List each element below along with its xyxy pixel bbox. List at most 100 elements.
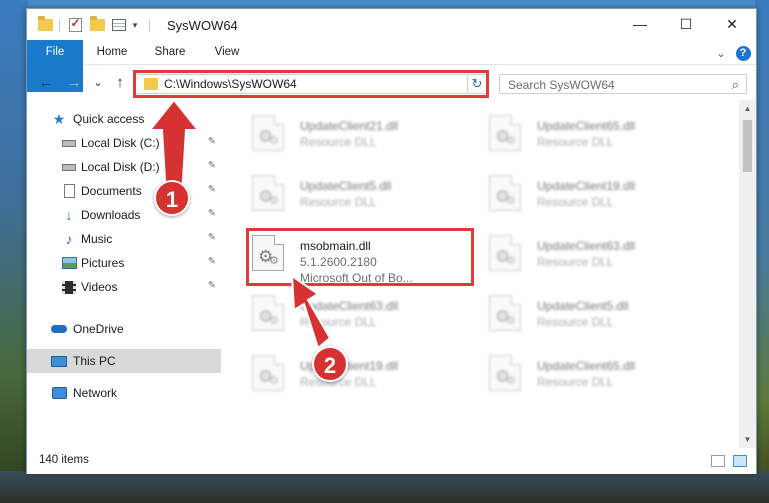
new-folder-icon[interactable] xyxy=(89,16,105,33)
folder-icon xyxy=(37,16,53,33)
sidebar-item-this-pc[interactable]: This PC xyxy=(27,349,221,373)
sidebar-item-local-disk-c[interactable]: Local Disk (C:) ✏ xyxy=(27,131,221,155)
file-name: UpdateClient5.dll xyxy=(537,299,629,313)
close-button[interactable]: ✕ xyxy=(709,9,755,39)
file-item[interactable]: ⚙ ⚙ UpdateClient19.dll Resource DLL xyxy=(246,346,466,398)
tab-home[interactable]: Home xyxy=(89,40,135,65)
dll-file-icon: ⚙ ⚙ xyxy=(252,355,284,391)
sidebar-item-label: Quick access xyxy=(73,112,145,126)
file-description: Resource DLL xyxy=(300,315,377,329)
sidebar-item-music[interactable]: ♪ Music ✏ xyxy=(27,227,221,251)
dll-file-icon: ⚙ ⚙ xyxy=(252,175,284,211)
file-item[interactable]: ⚙ ⚙ UpdateClient63.dll Resource DLL xyxy=(246,286,466,338)
large-icons-view-icon[interactable] xyxy=(733,455,747,467)
step-2-badge: 2 xyxy=(312,346,348,382)
details-view-icon[interactable] xyxy=(711,455,725,467)
sidebar-item-label: Documents xyxy=(81,184,142,198)
file-description: Resource DLL xyxy=(537,315,614,329)
title-bar: ▾ SysWOW64 — ☐ ✕ xyxy=(27,9,756,41)
sidebar-item-local-disk-d[interactable]: Local Disk (D:) ✏ xyxy=(27,155,221,179)
back-button[interactable]: ← xyxy=(37,74,55,92)
pin-icon[interactable]: ✏ xyxy=(204,279,218,293)
recent-locations-button[interactable]: ⌄ xyxy=(89,74,107,92)
file-item[interactable]: ⚙ ⚙ UpdateClient65.dll Resource DLL xyxy=(483,106,703,158)
sidebar-item-label: Local Disk (C:) xyxy=(81,136,160,150)
computer-icon xyxy=(51,354,67,368)
search-input[interactable]: Search SysWOW64 ⌕ xyxy=(499,74,747,94)
toolbar-divider xyxy=(59,19,60,32)
item-count: 140 items xyxy=(39,454,89,466)
cloud-icon xyxy=(51,322,67,336)
dll-file-icon: ⚙ ⚙ xyxy=(489,235,521,271)
vertical-scrollbar[interactable]: ▲ ▼ xyxy=(739,100,756,448)
pin-icon[interactable]: ✏ xyxy=(204,183,218,197)
sidebar-item-pictures[interactable]: Pictures ✏ xyxy=(27,251,221,275)
pin-icon[interactable]: ✏ xyxy=(204,231,218,245)
navigation-bar: ← → ⌄ ↑ C:\Windows\SysWOW64 ▾ ↻ Search S… xyxy=(27,66,756,100)
customize-toolbar-icon[interactable] xyxy=(111,17,127,33)
pin-icon[interactable]: ✏ xyxy=(204,159,218,173)
sidebar-item-downloads[interactable]: ↓ Downloads ✏ xyxy=(27,203,221,227)
file-name: UpdateClient5.dll xyxy=(300,179,392,193)
toolbar-divider xyxy=(149,19,150,32)
sidebar-item-documents[interactable]: Documents ✏ xyxy=(27,179,221,203)
refresh-button[interactable]: ↻ xyxy=(467,74,487,94)
help-button[interactable]: ? xyxy=(735,45,751,61)
pictures-icon xyxy=(61,256,77,270)
file-name: msobmain.dll xyxy=(300,239,371,253)
up-button[interactable]: ↑ xyxy=(111,74,129,92)
sidebar-item-network[interactable]: Network xyxy=(27,381,221,405)
help-icon: ? xyxy=(735,45,751,61)
file-item[interactable]: ⚙ ⚙ UpdateClient21.dll Resource DLL xyxy=(246,106,466,158)
file-version: 5.1.2600.2180 xyxy=(300,255,377,269)
file-description: Resource DLL xyxy=(537,255,614,269)
tab-share[interactable]: Share xyxy=(145,40,195,65)
forward-button[interactable]: → xyxy=(65,74,83,92)
scroll-down-icon[interactable]: ▼ xyxy=(739,431,756,448)
dll-file-icon: ⚙ ⚙ xyxy=(489,355,521,391)
pin-icon[interactable]: ✏ xyxy=(204,207,218,221)
status-bar: 140 items xyxy=(27,448,756,474)
videos-icon xyxy=(61,280,77,294)
sidebar-item-onedrive[interactable]: OneDrive xyxy=(27,317,221,341)
sidebar-item-label: Network xyxy=(73,386,118,400)
explorer-window: ▾ SysWOW64 — ☐ ✕ File Home Share View ⌄ … xyxy=(26,8,757,474)
pin-icon[interactable]: ✏ xyxy=(204,255,218,269)
file-item-msobmain[interactable]: ⚙ ⚙ msobmain.dll 5.1.2600.2180 Microsoft … xyxy=(246,226,466,285)
toolbar-dropdown-icon[interactable]: ▾ xyxy=(127,17,143,33)
desktop-background-bottom xyxy=(0,471,769,503)
file-description: Resource DLL xyxy=(537,135,614,149)
desktop-background-right xyxy=(755,0,769,503)
file-item[interactable]: ⚙ ⚙ UpdateClient19.dll Resource DLL xyxy=(483,166,703,218)
properties-check-icon[interactable] xyxy=(67,16,83,33)
file-list: ⚙ ⚙ UpdateClient21.dll Resource DLL ⚙ ⚙ Up… xyxy=(221,100,741,448)
sidebar-item-videos[interactable]: Videos ✏ xyxy=(27,275,221,299)
dll-file-icon: ⚙ ⚙ xyxy=(252,295,284,331)
file-name: UpdateClient65.dll xyxy=(537,119,636,133)
file-description: Resource DLL xyxy=(537,195,614,209)
navigation-pane: ★ Quick access Local Disk (C:) ✏ Local D… xyxy=(27,100,221,448)
dll-file-icon: ⚙ ⚙ xyxy=(252,235,284,271)
file-item[interactable]: ⚙ ⚙ UpdateClient5.dll Resource DLL xyxy=(246,166,466,218)
file-description: Resource DLL xyxy=(537,375,614,389)
minimize-button[interactable]: — xyxy=(617,9,663,39)
sidebar-item-quick-access[interactable]: ★ Quick access xyxy=(27,107,221,131)
scrollbar-thumb[interactable] xyxy=(743,120,752,172)
document-icon xyxy=(61,184,77,198)
pin-icon[interactable]: ✏ xyxy=(204,135,218,149)
file-item[interactable]: ⚙ ⚙ UpdateClient63.dll Resource DLL xyxy=(483,226,703,278)
file-item[interactable]: ⚙ ⚙ UpdateClient65.dll Resource DLL xyxy=(483,346,703,398)
file-name: UpdateClient19.dll xyxy=(537,179,636,193)
file-name: UpdateClient65.dll xyxy=(537,359,636,373)
chevron-down-icon[interactable]: ⌄ xyxy=(713,45,729,61)
maximize-button[interactable]: ☐ xyxy=(663,9,709,39)
address-bar[interactable]: C:\Windows\SysWOW64 ▾ xyxy=(135,74,485,94)
file-description: Resource DLL xyxy=(300,135,377,149)
drive-icon xyxy=(61,160,77,174)
search-icon: ⌕ xyxy=(731,77,739,92)
sidebar-item-label: Downloads xyxy=(81,208,141,222)
tab-view[interactable]: View xyxy=(205,40,249,65)
dll-file-icon: ⚙ ⚙ xyxy=(489,115,521,151)
file-item[interactable]: ⚙ ⚙ UpdateClient5.dll Resource DLL xyxy=(483,286,703,338)
scroll-up-icon[interactable]: ▲ xyxy=(739,100,756,117)
